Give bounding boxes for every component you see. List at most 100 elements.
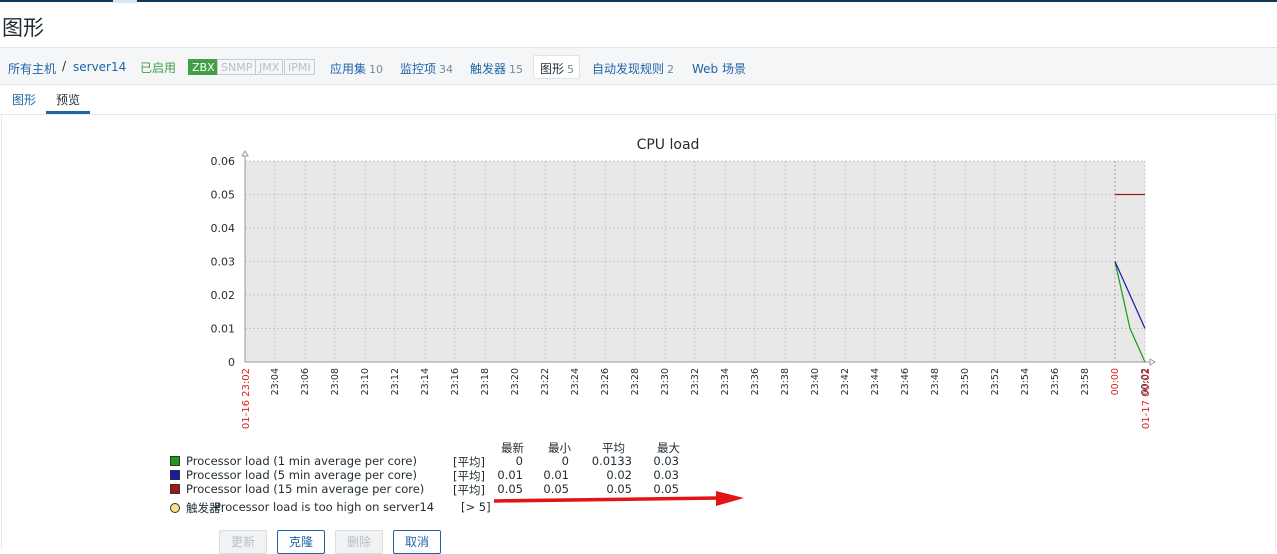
legend-series-name: Processor load (5 min average per core) (186, 468, 417, 482)
tab-preview-underline (46, 111, 90, 114)
x-tick-label: 23:28 (630, 368, 641, 395)
breadcrumb-host[interactable]: server14 (73, 60, 126, 74)
x-tick-label: 23:24 (570, 368, 581, 395)
x-tick-label: 23:06 (300, 368, 311, 395)
legend-series-name: Processor load (1 min average per core) (186, 454, 417, 468)
nav-applications-count: 10 (369, 63, 384, 76)
y-tick-label: 0 (228, 356, 235, 369)
x-end-label: 01-17 00:02 (1141, 368, 1152, 429)
nav-items[interactable]: 监控项 34 (400, 60, 453, 77)
ipmi-badge: IPMI (284, 59, 315, 75)
x-tick-label: 23:22 (540, 368, 551, 395)
y-tick-label: 0.03 (211, 256, 236, 269)
x-tick-label: 23:46 (900, 368, 911, 395)
delete-button[interactable]: 删除 (335, 530, 383, 554)
page-title: 图形 (2, 16, 44, 40)
x-tick-label: 23:14 (420, 368, 431, 395)
x-tick-label: 23:48 (930, 368, 941, 395)
legend-row: Processor load (1 min average per core) … (170, 454, 770, 469)
clone-button[interactable]: 克隆 (277, 530, 325, 554)
nav-graphs[interactable]: 图形 5 (540, 60, 574, 77)
nav-discovery-count: 2 (667, 63, 675, 76)
arrow-shaft (493, 496, 719, 503)
x-axis-arrow (1149, 358, 1156, 366)
x-tick-label: 23:18 (480, 368, 491, 395)
nav-graphs-label: 图形 (540, 62, 565, 76)
red-arrow-annotation (493, 491, 744, 506)
x-tick-label: 23:16 (450, 368, 461, 395)
x-tick-label: 23:10 (360, 368, 371, 395)
x-tick-label: 23:04 (270, 368, 281, 395)
x-tick-label: 23:40 (810, 368, 821, 395)
tab-preview[interactable]: 预览 (56, 91, 80, 108)
y-tick-label: 0.01 (211, 323, 236, 336)
legend-max: 0.03 (653, 454, 679, 468)
nav-items-count: 34 (439, 63, 454, 76)
nav-discovery-label: 自动发现规则 (592, 62, 665, 76)
legend-series-name: Processor load (15 min average per core) (186, 482, 425, 496)
x-tick-label: 23:08 (330, 368, 341, 395)
legend-min: 0 (561, 454, 569, 468)
cancel-button[interactable]: 取消 (393, 530, 441, 554)
x-tick-label: 23:20 (510, 368, 521, 395)
x-tick-label: 23:34 (720, 368, 731, 395)
arrow-head (716, 491, 744, 506)
nav-applications[interactable]: 应用集 10 (330, 60, 383, 77)
chart-title: CPU load (637, 137, 700, 153)
x-tick-label: 23:50 (960, 368, 971, 395)
x-tick-label: 23:38 (780, 368, 791, 395)
legend-row: Processor load (5 min average per core) … (170, 468, 770, 483)
breadcrumb-separator: / (62, 59, 67, 73)
legend-min: 0.01 (543, 468, 569, 482)
x-tick-label: 23:26 (600, 368, 611, 395)
nav-triggers-count: 15 (509, 63, 524, 76)
nav-discovery-rules[interactable]: 自动发现规则 2 (592, 60, 674, 77)
x-tick-label: 23:52 (990, 368, 1001, 395)
trigger-text: Processor load is too high on server14 (214, 500, 435, 514)
legend-color-swatch (170, 456, 180, 466)
x-tick-label: 23:54 (1020, 368, 1031, 395)
host-status[interactable]: 已启用 (140, 59, 176, 76)
y-tick-label: 0.05 (211, 189, 236, 202)
y-tick-label: 0.06 (211, 155, 236, 168)
legend-last: 0.01 (497, 468, 523, 482)
host-navigation: 所有主机 / server14 已启用 ZBX SNMP JMX IPMI 应用… (0, 47, 1277, 85)
form-tabs: 图形 预览 (0, 85, 1277, 115)
trigger-indicator-icon (170, 503, 180, 513)
x-tick-label: 23:58 (1080, 368, 1091, 395)
tab-graph[interactable]: 图形 (12, 91, 36, 108)
top-bar (0, 0, 1277, 2)
jmx-badge: JMX (255, 59, 284, 75)
trigger-threshold: [> 5] (461, 500, 491, 514)
x-tick-label: 23:32 (690, 368, 701, 395)
y-tick-label: 0.04 (211, 222, 236, 235)
nav-items-label: 监控项 (400, 62, 437, 76)
nav-triggers[interactable]: 触发器 15 (470, 60, 523, 77)
cpu-load-chart: CPU load 0.06 0.05 0.04 0.03 0.02 0.01 0 23:04 2… (211, 137, 1156, 429)
x-tick-label: 23:42 (840, 368, 851, 395)
legend-last: 0 (515, 454, 523, 468)
x-start-label: 01-16 23:02 (241, 368, 252, 429)
nav-graphs-count: 5 (567, 63, 575, 76)
zbx-badge: ZBX (188, 59, 219, 75)
y-axis-arrow (241, 150, 249, 157)
y-tick-label: 0.02 (211, 289, 236, 302)
x-tick-label: 23:30 (660, 368, 671, 395)
legend-max: 0.03 (653, 468, 679, 482)
legend-color-swatch (170, 484, 180, 494)
nav-triggers-label: 触发器 (470, 62, 507, 76)
legend-avg: 0.0133 (591, 454, 632, 468)
breadcrumb-all-hosts[interactable]: 所有主机 (8, 60, 56, 77)
x-tick-label: 23:12 (390, 368, 401, 395)
x-tick-label: 00:00 (1110, 368, 1121, 395)
top-bar-tab (113, 0, 137, 3)
legend-color-swatch (170, 470, 180, 480)
nav-web-label: Web 场景 (692, 62, 746, 76)
nav-applications-label: 应用集 (330, 62, 367, 76)
x-tick-label: 23:36 (750, 368, 761, 395)
x-tick-label: 23:44 (870, 368, 881, 395)
x-tick-label: 23:56 (1050, 368, 1061, 395)
snmp-badge: SNMP (217, 59, 257, 75)
nav-web-scenarios[interactable]: Web 场景 (692, 60, 746, 77)
update-button[interactable]: 更新 (219, 530, 267, 554)
